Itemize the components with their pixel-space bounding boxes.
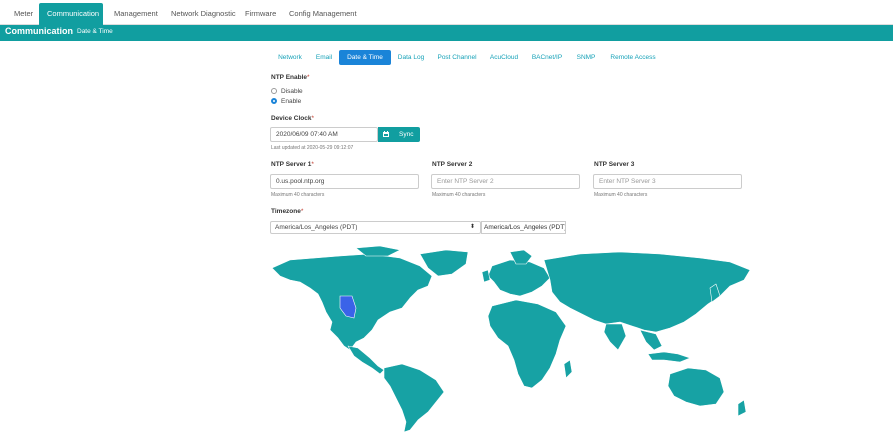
ntp-enable-label: NTP Enable* <box>271 74 310 81</box>
world-timezone-map[interactable] <box>260 246 760 434</box>
ntp-server-2-hint: Maximum 40 characters <box>432 192 486 198</box>
ntp-server-3-label: NTP Server 3 <box>594 161 635 168</box>
page-banner: Communication Date & Time <box>0 25 893 41</box>
subtab-snmp[interactable]: SNMP <box>574 50 598 65</box>
updown-caret-icon: ⬍ <box>469 224 475 230</box>
sync-label: Sync <box>399 131 414 138</box>
map-region-madagascar <box>563 359 573 379</box>
nav-tab-management[interactable]: Management <box>106 4 166 24</box>
timezone-display: America/Los_Angeles (PDT) <box>481 221 566 234</box>
map-region-central-america <box>347 345 385 375</box>
sync-button[interactable]: Sync <box>378 127 420 142</box>
ntp-server-3-input[interactable]: Enter NTP Server 3 <box>593 174 742 189</box>
subtab-bacnet-ip[interactable]: BACnet/IP <box>529 50 565 65</box>
calendar-icon <box>383 131 389 137</box>
subtab-acucloud[interactable]: AcuCloud <box>486 50 522 65</box>
subtab-network[interactable]: Network <box>273 50 307 65</box>
map-region-europe <box>487 259 551 297</box>
nav-tab-config-management[interactable]: Config Management <box>281 4 365 24</box>
radio-circle[interactable] <box>271 88 277 94</box>
ntp-server-2-label: NTP Server 2 <box>432 161 473 168</box>
timezone-selected-value: America/Los_Angeles (PDT) <box>275 224 358 231</box>
nav-tab-meter[interactable]: Meter <box>6 4 41 24</box>
map-region-africa <box>487 299 567 389</box>
ntp-server-3-hint: Maximum 40 characters <box>594 192 648 198</box>
nav-tab-firmware[interactable]: Firmware <box>237 4 284 24</box>
map-region-south-america <box>383 363 445 433</box>
top-nav: Meter Communication Management Network D… <box>0 0 893 25</box>
map-region-indonesia <box>647 351 691 363</box>
timezone-label: Timezone* <box>271 208 304 215</box>
radio-circle-checked[interactable] <box>271 98 277 104</box>
subtab-data-log[interactable]: Data Log <box>394 50 428 65</box>
subtab-post-channel[interactable]: Post Channel <box>434 50 480 65</box>
device-clock-label: Device Clock* <box>271 115 314 122</box>
ntp-server-1-input[interactable]: 0.us.pool.ntp.org <box>270 174 419 189</box>
page-subtitle: Date & Time <box>77 28 113 35</box>
map-region-uk <box>481 269 491 283</box>
page-title: Communication <box>5 26 74 36</box>
subtab-email[interactable]: Email <box>312 50 336 65</box>
subtab-remote-access[interactable]: Remote Access <box>605 50 661 65</box>
last-updated-text: Last updated at 2020-05-29 09:12:07 <box>271 145 354 151</box>
radio-label: Enable <box>281 98 302 105</box>
radio-label: Disable <box>281 88 303 95</box>
timezone-select[interactable]: America/Los_Angeles (PDT) ⬍ <box>270 221 481 234</box>
device-clock-input[interactable]: 2020/06/09 07:40 AM <box>270 127 378 142</box>
map-region-india <box>603 323 627 351</box>
map-region-australia <box>667 367 725 407</box>
ntp-server-1-label: NTP Server 1* <box>271 161 314 168</box>
nav-tab-network-diagnostic[interactable]: Network Diagnostic <box>163 4 244 24</box>
subtab-date-time[interactable]: Date & Time <box>339 50 391 65</box>
map-region-new-zealand <box>737 399 747 417</box>
map-region-asia <box>543 251 751 333</box>
map-region-southeast-asia <box>639 329 663 351</box>
ntp-server-2-input[interactable]: Enter NTP Server 2 <box>431 174 580 189</box>
nav-tab-communication[interactable]: Communication <box>39 3 103 25</box>
ntp-server-1-hint: Maximum 40 characters <box>271 192 325 198</box>
